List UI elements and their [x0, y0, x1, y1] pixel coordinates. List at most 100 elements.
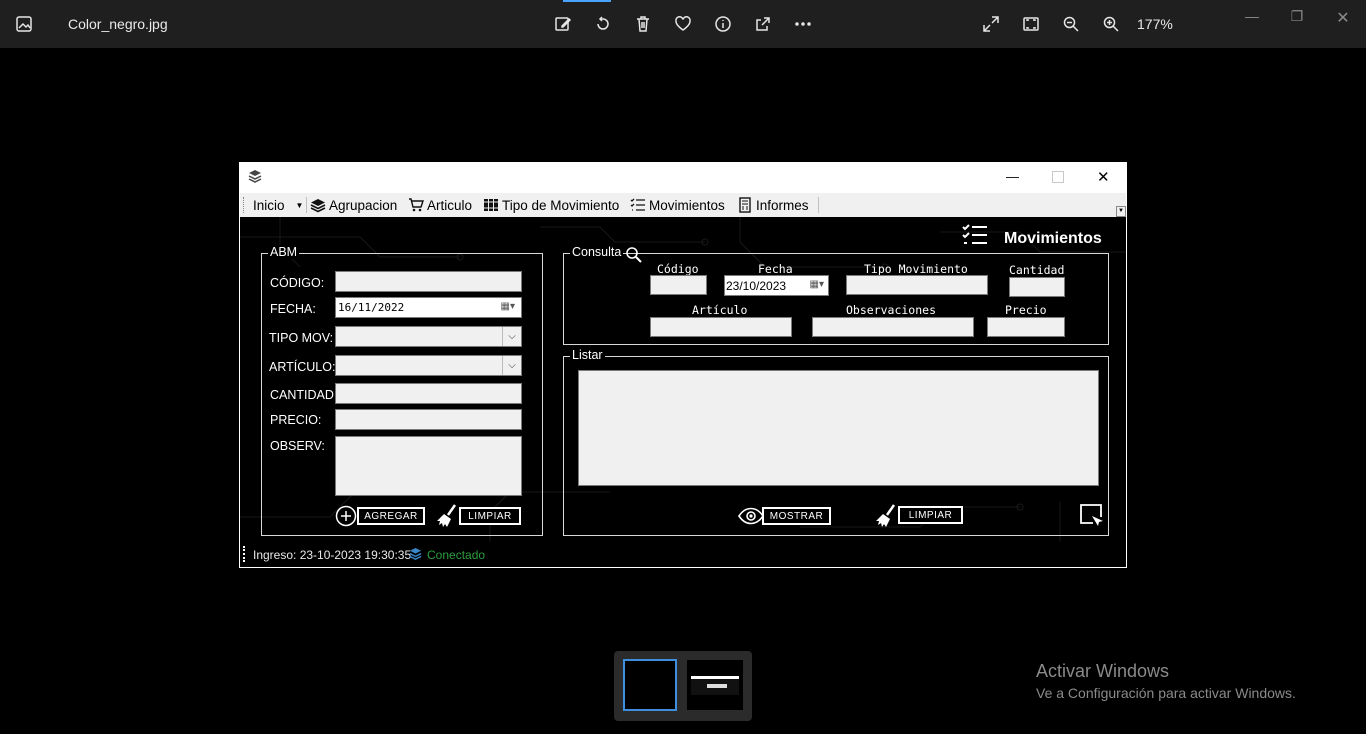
results-grid[interactable]: [578, 370, 1099, 486]
app-maximize-icon[interactable]: [1052, 171, 1064, 183]
zoom-in-icon[interactable]: [1099, 12, 1123, 36]
cantidad-label: CANTIDAD:: [270, 388, 338, 402]
consulta-tipo-field[interactable]: [846, 275, 988, 295]
file-name: Color_negro.jpg: [68, 16, 168, 32]
observ-textarea[interactable]: [335, 436, 522, 496]
thumbnail-current[interactable]: [623, 659, 677, 711]
fecha-value: 16/11/2022: [338, 301, 405, 314]
search-icon: [626, 247, 642, 263]
edit-icon[interactable]: [551, 12, 575, 36]
checklist-icon: [630, 198, 645, 211]
fullscreen-icon[interactable]: [979, 12, 1003, 36]
form-body: Movimientos ABM CÓDIGO: FECHA: 16/11/202…: [240, 217, 1126, 542]
cart-icon: [409, 198, 424, 212]
connection-status: Conectado: [427, 548, 486, 562]
menu-inicio[interactable]: Inicio ▼: [253, 196, 303, 214]
app-close-icon[interactable]: ✕: [1097, 168, 1111, 186]
app-logo-icon: [248, 170, 262, 183]
rotate-icon[interactable]: [591, 12, 615, 36]
listar-group-title: Listar: [570, 348, 605, 362]
chevron-down-icon[interactable]: ⌵: [502, 327, 521, 346]
thumbnail-next[interactable]: [687, 660, 743, 710]
col-articulo-header: Artículo: [692, 303, 748, 317]
connection-icon: [409, 547, 422, 560]
fecha-datepicker[interactable]: 16/11/2022 ▦▾: [335, 297, 522, 318]
menu-bar: Inicio ▼ Agrupacion Articulo Tipo de Mov…: [240, 193, 1126, 217]
favorite-icon[interactable]: [671, 12, 695, 36]
menu-tipo-movimiento-label: Tipo de Movimiento: [502, 197, 620, 213]
consulta-group-title: Consulta: [570, 245, 624, 259]
abm-group-title: ABM: [268, 245, 300, 259]
ingreso-timestamp: Ingreso: 23-10-2023 19:30:35: [253, 548, 412, 562]
precio-field[interactable]: [335, 409, 522, 430]
info-icon[interactable]: [711, 12, 735, 36]
consulta-cantidad-field[interactable]: [1009, 277, 1065, 297]
menu-informes-label: Informes: [756, 197, 809, 213]
broom-icon[interactable]: [874, 503, 900, 529]
menu-articulo-label: Articulo: [427, 197, 473, 213]
consulta-precio-field[interactable]: [987, 317, 1065, 337]
consulta-observaciones-field[interactable]: [812, 317, 974, 337]
filmstrip: [614, 651, 752, 721]
report-icon: [739, 197, 751, 213]
share-icon[interactable]: [751, 12, 775, 36]
col-codigo-header: Código: [657, 262, 699, 276]
add-circle-icon[interactable]: [335, 505, 357, 527]
activation-subtitle: Ve a Configuración para activar Windows.: [1036, 685, 1296, 701]
menu-grip: [243, 197, 245, 213]
abm-limpiar-button[interactable]: LIMPIAR: [459, 507, 521, 525]
consulta-fecha-datepicker[interactable]: 23/10/2023 ▦▾: [724, 275, 829, 296]
chevron-down-icon[interactable]: ⌵: [502, 356, 521, 375]
calendar-icon[interactable]: ▦▾: [810, 279, 824, 290]
calendar-icon[interactable]: ▦▾: [501, 301, 515, 312]
page-title: Movimientos: [1004, 230, 1102, 247]
delete-icon[interactable]: [631, 12, 655, 36]
minimize-icon[interactable]: —: [1240, 8, 1264, 26]
zoom-out-icon[interactable]: [1059, 12, 1083, 36]
menu-separator: [818, 197, 819, 213]
menu-agrupacion-label: Agrupacion: [329, 197, 398, 213]
more-icon[interactable]: [791, 12, 815, 36]
menu-articulo[interactable]: Articulo: [408, 196, 472, 214]
overflow-icon[interactable]: ▼: [1116, 206, 1126, 217]
close-icon[interactable]: ✕: [1331, 8, 1355, 27]
eye-icon[interactable]: [738, 507, 764, 525]
listar-limpiar-button[interactable]: LIMPIAR: [898, 506, 963, 524]
consulta-codigo-field[interactable]: [650, 275, 707, 295]
gallery-icon[interactable]: [12, 12, 36, 36]
tipo-mov-label: TIPO MOV:: [269, 331, 334, 345]
menu-tipo-movimiento[interactable]: Tipo de Movimiento: [483, 196, 619, 214]
consulta-fecha-value: 23/10/2023: [726, 279, 787, 293]
status-grip: [243, 546, 247, 562]
export-select-icon[interactable]: [1079, 503, 1105, 529]
col-cantidad-header: Cantidad: [1009, 263, 1065, 277]
articulo-select[interactable]: ⌵: [335, 355, 522, 376]
photo-viewer-toolbar: Color_negro.jpg 177% — ❐ ✕: [0, 0, 1366, 48]
menu-movimientos[interactable]: Movimientos: [630, 196, 725, 214]
app-window: — ✕ Inicio ▼ Agrupacion Articulo Tipo de…: [239, 162, 1127, 568]
codigo-label: CÓDIGO:: [270, 276, 325, 290]
col-tipo-movimiento-header: Tipo Movimiento: [864, 262, 968, 276]
tipo-mov-select[interactable]: ⌵: [335, 326, 522, 347]
menu-informes[interactable]: Informes: [737, 196, 809, 214]
cantidad-field[interactable]: [335, 383, 522, 404]
agregar-button[interactable]: AGREGAR: [357, 507, 425, 525]
precio-label: PRECIO:: [270, 413, 322, 427]
articulo-label: ARTÍCULO:: [269, 360, 336, 374]
layers-icon: [310, 199, 326, 213]
app-titlebar: — ✕: [240, 163, 1126, 193]
zoom-level[interactable]: 177%: [1137, 16, 1173, 32]
fecha-label: FECHA:: [270, 302, 316, 316]
col-precio-header: Precio: [1005, 303, 1047, 317]
consulta-articulo-field[interactable]: [650, 317, 792, 337]
status-bar: Ingreso: 23-10-2023 19:30:35 Conectado: [240, 542, 1126, 567]
activation-title: Activar Windows: [1036, 661, 1170, 681]
fit-icon[interactable]: [1019, 12, 1043, 36]
mostrar-button[interactable]: MOSTRAR: [762, 507, 831, 525]
dropdown-arrow-icon: ▼: [295, 200, 304, 210]
menu-agrupacion[interactable]: Agrupacion: [310, 196, 397, 214]
codigo-field[interactable]: [335, 271, 522, 292]
restore-icon[interactable]: ❐: [1285, 8, 1309, 26]
app-minimize-icon[interactable]: —: [1006, 169, 1020, 185]
broom-icon[interactable]: [435, 503, 461, 529]
